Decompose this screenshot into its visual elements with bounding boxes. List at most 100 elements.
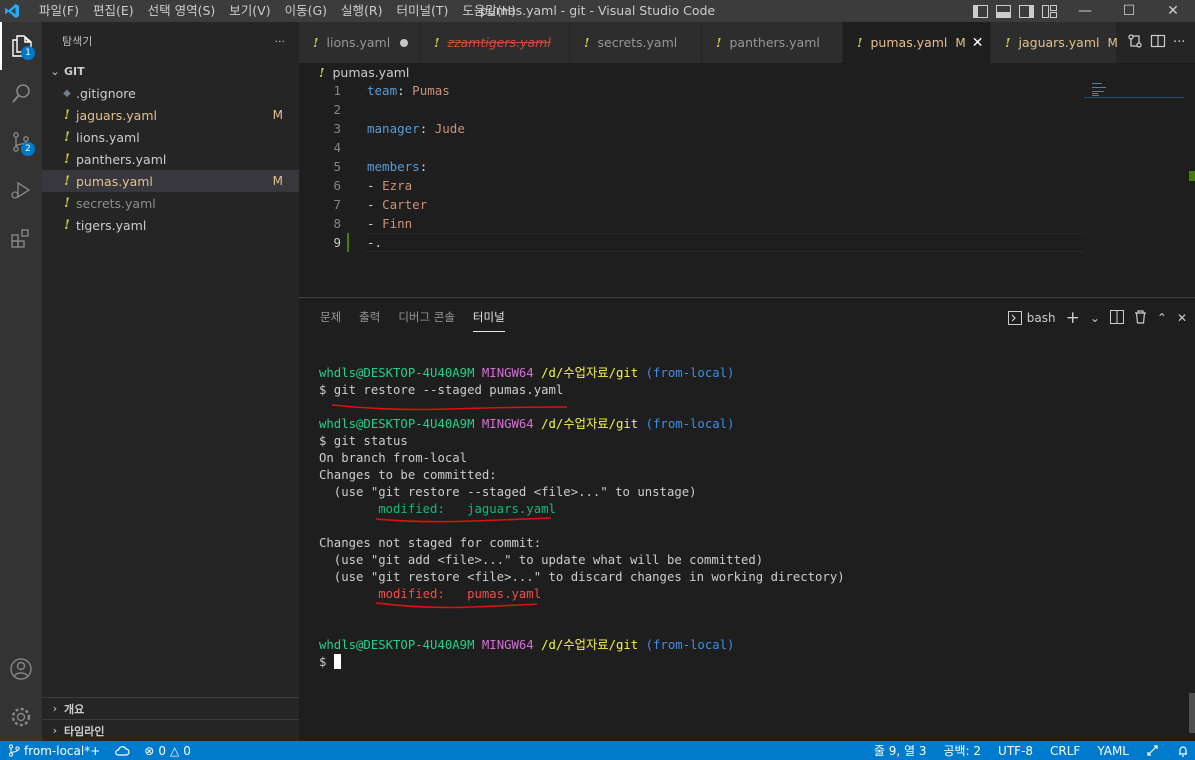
outline-section[interactable]: › 개요 <box>42 697 299 719</box>
customize-layout-icon[interactable] <box>1041 3 1057 19</box>
code-line: 7 - Carter <box>299 195 1195 214</box>
menu-help[interactable]: 도움말(H) <box>455 0 523 22</box>
file-panthers[interactable]: ! panthers.yaml <box>42 148 299 170</box>
bell-icon[interactable] <box>1177 744 1189 757</box>
menu-bar: 파일(F) 편집(E) 선택 영역(S) 보기(V) 이동(G) 실행(R) 터… <box>32 0 523 22</box>
menu-edit[interactable]: 편집(E) <box>86 0 141 22</box>
file-tigers[interactable]: ! tigers.yaml <box>42 214 299 236</box>
yaml-sep: : <box>419 121 435 136</box>
yaml-key: members <box>367 159 420 174</box>
new-terminal-icon[interactable]: + <box>1066 308 1080 328</box>
close-window-icon[interactable]: ✕ <box>1151 0 1195 22</box>
toggle-sidebar-icon[interactable] <box>972 3 988 19</box>
prompt-branch: (from-local) <box>645 638 735 652</box>
terminal-selector[interactable]: bash <box>1007 311 1056 325</box>
problems-status[interactable]: ⊗ 0 △ 0 <box>144 744 191 758</box>
explorer-activity[interactable]: 1 <box>0 22 42 70</box>
tab-terminal[interactable]: 터미널 <box>472 303 505 332</box>
yaml-key: team <box>367 83 398 98</box>
maximize-icon[interactable]: ☐ <box>1107 0 1151 22</box>
yaml-file-icon: ! <box>1005 35 1011 50</box>
chevron-down-icon[interactable]: ⌄ <box>1090 311 1100 325</box>
file-name: pumas.yaml <box>76 173 153 189</box>
end-of-line[interactable]: CRLF <box>1050 744 1080 758</box>
more-actions-icon[interactable]: ··· <box>275 35 286 48</box>
file-lions[interactable]: ! lions.yaml <box>42 126 299 148</box>
tab-debug-console[interactable]: 디버그 콘솔 <box>398 303 455 331</box>
line-number: 1 <box>333 83 341 98</box>
git-branch-icon <box>8 744 20 757</box>
manage-activity[interactable] <box>0 693 42 741</box>
accounts-activity[interactable] <box>0 645 42 693</box>
menu-terminal[interactable]: 터미널(T) <box>390 0 456 22</box>
minimap-slider[interactable] <box>1084 97 1184 98</box>
prompt-system: MINGW64 <box>481 638 534 652</box>
scm-badge: 2 <box>21 142 35 156</box>
explorer-sidebar: 탐색기 ··· ⌄ GIT ◆ .gitignore ! jaguars.yam… <box>42 22 299 741</box>
maximize-panel-icon[interactable]: ⌃ <box>1157 311 1167 325</box>
tab-label: panthers.yaml <box>729 35 820 50</box>
file-gitignore[interactable]: ◆ .gitignore <box>42 82 299 104</box>
menu-file[interactable]: 파일(F) <box>32 0 86 22</box>
bottom-panel: 문제 출력 디버그 콘솔 터미널 bash + ⌄ ⌃ ✕ whdls@DESK… <box>299 297 1195 741</box>
tab-secrets[interactable]: ! secrets.yaml <box>570 22 702 63</box>
branch-status[interactable]: from-local*+ <box>8 744 100 758</box>
close-panel-icon[interactable]: ✕ <box>1177 311 1187 325</box>
search-activity[interactable] <box>0 70 42 118</box>
sync-status[interactable] <box>114 745 130 757</box>
menu-go[interactable]: 이동(G) <box>278 0 334 22</box>
code-editor[interactable]: 1 team: Pumas 2 3 manager: Jude 4 5 memb… <box>299 81 1195 297</box>
encoding[interactable]: UTF-8 <box>998 744 1033 758</box>
tab-problems[interactable]: 문제 <box>320 303 341 331</box>
tab-jaguars[interactable]: ! jaguars.yaml M <box>991 22 1118 63</box>
terminal-scrollbar[interactable] <box>1189 693 1195 733</box>
yaml-value: Ezra <box>382 178 413 193</box>
unsaved-dot-icon[interactable] <box>400 38 409 47</box>
terminal-prompt-line: whdls@DESKTOP-4U40A9M MINGW64 /d/수업자료/gi… <box>319 416 845 433</box>
more-actions-icon[interactable]: ··· <box>1173 35 1185 50</box>
timeline-section[interactable]: › 타임라인 <box>42 719 299 741</box>
file-jaguars[interactable]: ! jaguars.yaml M <box>42 104 299 126</box>
source-control-activity[interactable]: 2 <box>0 118 42 166</box>
tab-lions[interactable]: ! lions.yaml <box>299 22 420 63</box>
open-changes-icon[interactable] <box>1127 33 1143 53</box>
minimize-icon[interactable]: — <box>1063 0 1107 22</box>
run-debug-activity[interactable] <box>0 166 42 214</box>
file-pumas[interactable]: ! pumas.yaml M <box>42 170 299 192</box>
yaml-value: Jude <box>434 121 465 136</box>
line-number: 9 <box>333 235 341 250</box>
file-name: tigers.yaml <box>76 217 147 233</box>
minimap[interactable] <box>1084 81 1184 121</box>
warning-count: 0 <box>183 743 191 758</box>
tab-zzamtigers[interactable]: ! zzamtigers.yaml <box>420 22 570 63</box>
toggle-secondary-sidebar-icon[interactable] <box>1018 3 1034 19</box>
split-editor-icon[interactable] <box>1150 33 1166 53</box>
menu-run[interactable]: 실행(R) <box>334 0 389 22</box>
extensions-activity[interactable] <box>0 214 42 262</box>
file-name: .gitignore <box>76 85 136 101</box>
indentation[interactable]: 공백: 2 <box>943 742 981 759</box>
language-mode[interactable]: YAML <box>1097 744 1129 758</box>
breadcrumb-file[interactable]: pumas.yaml <box>333 65 410 80</box>
toggle-panel-icon[interactable] <box>995 3 1011 19</box>
cursor-position[interactable]: 줄 9, 열 3 <box>874 742 927 759</box>
layout-controls <box>972 3 1057 19</box>
window-controls: — ☐ ✕ <box>1063 0 1195 22</box>
trash-icon[interactable] <box>1134 309 1147 327</box>
terminal-icon <box>1007 311 1022 325</box>
menu-selection[interactable]: 선택 영역(S) <box>141 0 223 22</box>
tab-panthers[interactable]: ! panthers.yaml <box>702 22 843 63</box>
menu-view[interactable]: 보기(V) <box>222 0 277 22</box>
tab-output[interactable]: 출력 <box>359 303 380 331</box>
line-number: 5 <box>333 159 341 174</box>
split-terminal-icon[interactable] <box>1109 309 1124 327</box>
folder-name: GIT <box>64 64 85 78</box>
breadcrumb: ! pumas.yaml <box>299 63 1195 81</box>
terminal-output[interactable]: whdls@DESKTOP-4U40A9M MINGW64 /d/수업자료/gi… <box>319 365 845 671</box>
feedback-icon[interactable] <box>1146 744 1160 757</box>
prompt-user: whdls@DESKTOP-4U40A9M <box>319 366 475 380</box>
file-secrets[interactable]: ! secrets.yaml <box>42 192 299 214</box>
tab-pumas[interactable]: ! pumas.yaml M ✕ <box>843 22 991 63</box>
close-tab-icon[interactable]: ✕ <box>972 35 984 51</box>
folder-git[interactable]: ⌄ GIT <box>42 60 299 82</box>
